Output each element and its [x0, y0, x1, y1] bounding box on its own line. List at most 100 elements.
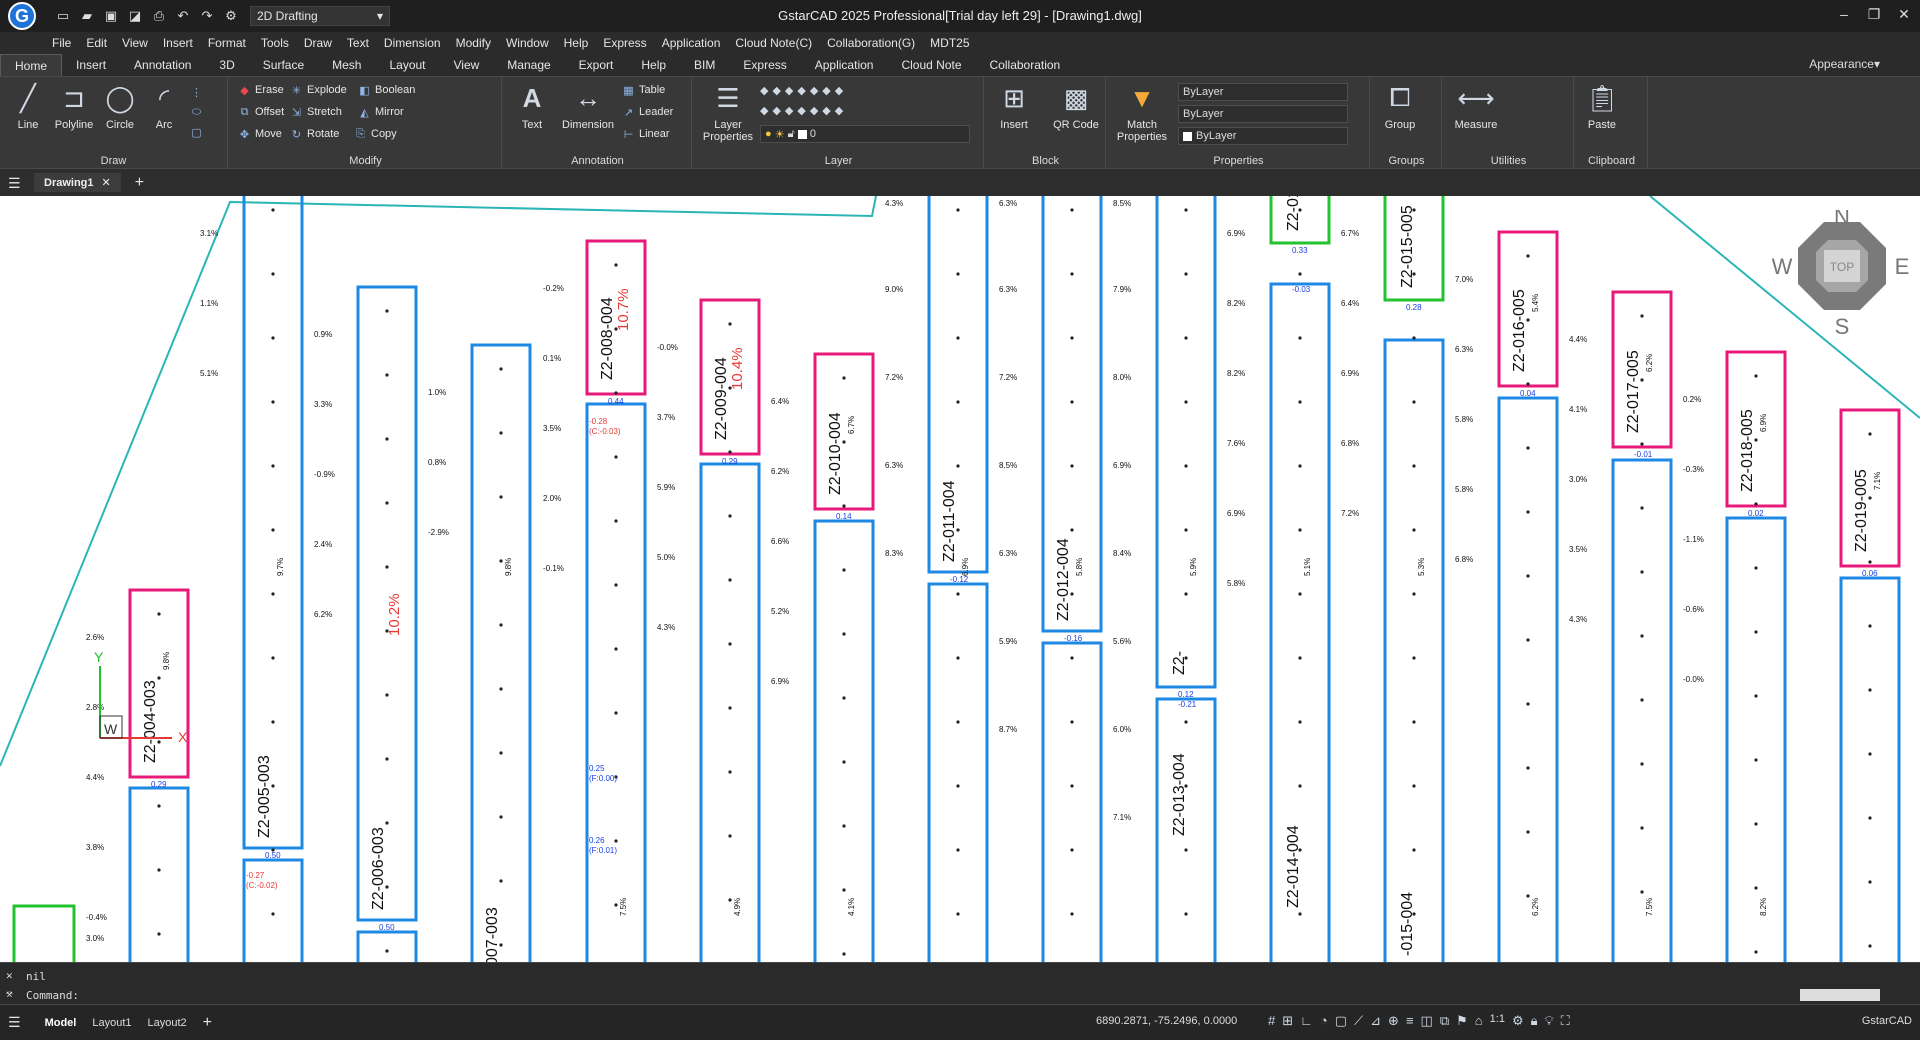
close-icon[interactable]: ✕: [1894, 4, 1914, 24]
hamburger-menu-icon[interactable]: ☰: [8, 175, 21, 192]
save-as-icon[interactable]: ◪: [126, 8, 144, 24]
undo-icon[interactable]: ↶: [174, 8, 192, 24]
annotation-visibility-icon[interactable]: ⚑: [1456, 1013, 1468, 1029]
snap-icon[interactable]: ⊞: [1282, 1013, 1293, 1029]
erase-button[interactable]: ◆ Erase: [238, 81, 283, 99]
hatch-tool[interactable]: ⋮: [190, 83, 203, 101]
document-tab-drawing1[interactable]: Drawing1 ✕: [34, 173, 121, 192]
appearance-menu[interactable]: Appearance▾: [1809, 57, 1880, 71]
transparency-icon[interactable]: ◫: [1421, 1013, 1433, 1029]
dimension-button[interactable]: ↔ Dimension: [556, 81, 620, 132]
insert-block-button[interactable]: ⊞ Insert: [992, 81, 1036, 132]
tab-3d[interactable]: 3D: [205, 54, 248, 76]
tab-export[interactable]: Export: [565, 54, 628, 76]
print-icon[interactable]: ⎙: [150, 8, 168, 24]
dynamic-input-icon[interactable]: ⊕: [1388, 1013, 1399, 1029]
polar-icon[interactable]: ◔: [1320, 1013, 1328, 1029]
workspace-gear-icon[interactable]: ⚙: [222, 8, 240, 24]
layer-properties-button[interactable]: ☰ Layer Properties: [698, 81, 758, 144]
table-button[interactable]: ▦ Table: [622, 81, 665, 99]
add-layout-icon[interactable]: +: [203, 1014, 212, 1032]
annotation-scale-icon[interactable]: ⌂: [1475, 1013, 1483, 1029]
menu-edit[interactable]: Edit: [86, 36, 107, 50]
minimize-icon[interactable]: –: [1834, 4, 1854, 24]
linear-button[interactable]: ⊢ Linear: [622, 125, 670, 143]
offset-button[interactable]: ⧉ Offset: [238, 103, 285, 121]
viewcube[interactable]: TOP N S E W: [1772, 210, 1912, 350]
viewcube-south-label[interactable]: S: [1835, 314, 1850, 339]
redo-icon[interactable]: ↷: [198, 8, 216, 24]
grid-icon[interactable]: #: [1268, 1013, 1275, 1029]
match-properties-button[interactable]: ▼ Match Properties: [1112, 81, 1172, 144]
menu-window[interactable]: Window: [506, 36, 549, 50]
menu-tools[interactable]: Tools: [261, 36, 289, 50]
line-button[interactable]: ╱ Line: [6, 81, 50, 132]
tab-view[interactable]: View: [440, 54, 494, 76]
close-tab-icon[interactable]: ✕: [102, 176, 111, 189]
ellipse-tool[interactable]: ⬭: [190, 103, 203, 121]
osnap-icon[interactable]: ▢: [1335, 1013, 1347, 1029]
dynamic-ucs-icon[interactable]: ⊿: [1370, 1013, 1381, 1029]
viewcube-west-label[interactable]: W: [1772, 254, 1793, 279]
current-layer-dropdown[interactable]: ● ☀ 🔓︎ 0: [760, 125, 970, 143]
viewcube-east-label[interactable]: E: [1895, 254, 1910, 279]
tab-layout1[interactable]: Layout1: [84, 1014, 139, 1032]
menu-format[interactable]: Format: [208, 36, 246, 50]
tab-bim[interactable]: BIM: [680, 54, 729, 76]
menu-draw[interactable]: Draw: [304, 36, 332, 50]
ortho-icon[interactable]: ∟: [1300, 1013, 1313, 1029]
save-icon[interactable]: ▣: [102, 8, 120, 24]
wrench-icon[interactable]: ⚒: [6, 987, 13, 1000]
close-command-icon[interactable]: ✕: [6, 969, 13, 982]
stretch-button[interactable]: ⇲ Stretch: [290, 103, 342, 121]
tab-layout[interactable]: Layout: [375, 54, 439, 76]
menu-text[interactable]: Text: [347, 36, 369, 50]
new-tab-icon[interactable]: +: [135, 174, 144, 192]
menu-insert[interactable]: Insert: [163, 36, 193, 50]
arc-button[interactable]: ◜ Arc: [142, 81, 186, 132]
group-button[interactable]: ⧠ Group: [1378, 81, 1422, 131]
text-button[interactable]: A Text: [510, 81, 554, 132]
app-logo-button[interactable]: G: [8, 2, 36, 30]
menu-file[interactable]: File: [52, 36, 71, 50]
move-button[interactable]: ✥ Move: [238, 125, 282, 143]
menu-cloud-note[interactable]: Cloud Note(C): [735, 36, 812, 50]
explode-button[interactable]: ✳ Explode: [290, 81, 347, 99]
color-dropdown[interactable]: ByLayer: [1178, 83, 1348, 101]
workspace-switch-icon[interactable]: ⚙: [1512, 1013, 1524, 1029]
rectangle-tool[interactable]: ▢: [190, 123, 203, 141]
isolate-icon[interactable]: 💡︎: [1545, 1013, 1554, 1029]
open-folder-icon[interactable]: ▰: [78, 8, 96, 24]
menu-dimension[interactable]: Dimension: [384, 36, 441, 50]
boolean-button[interactable]: ◧ Boolean: [358, 81, 415, 99]
qr-code-button[interactable]: ▩ QR Code: [1052, 81, 1100, 132]
restore-icon[interactable]: ❐: [1864, 4, 1884, 24]
paste-button[interactable]: 📋︎ Paste: [1580, 81, 1624, 132]
menu-application[interactable]: Application: [662, 36, 721, 50]
lineweight-dropdown[interactable]: ByLayer: [1178, 127, 1348, 145]
linetype-dropdown[interactable]: ByLayer: [1178, 105, 1348, 123]
menu-view[interactable]: View: [122, 36, 148, 50]
mirror-button[interactable]: ◭ Mirror: [358, 103, 403, 121]
command-line[interactable]: ✕ ⚒ nil Command:: [0, 962, 1920, 1004]
tab-cloud-note[interactable]: Cloud Note: [887, 54, 975, 76]
tab-model[interactable]: Model: [37, 1014, 85, 1032]
menu-help[interactable]: Help: [564, 36, 589, 50]
tab-annotation[interactable]: Annotation: [120, 54, 205, 76]
new-file-icon[interactable]: ▭: [54, 8, 72, 24]
viewcube-north-label[interactable]: N: [1834, 210, 1850, 229]
tab-collaboration[interactable]: Collaboration: [976, 54, 1075, 76]
lock-ui-icon[interactable]: 🔒︎: [1531, 1013, 1538, 1029]
drawing-canvas[interactable]: Z2-004-003 9.8% 0.29 2.6% 2.8% 4.4% 3.8% -0.4% 3…: [0, 196, 1920, 962]
workspace-dropdown[interactable]: 2D Drafting ▾: [250, 6, 390, 26]
tab-surface[interactable]: Surface: [249, 54, 318, 76]
otrack-icon[interactable]: ⟋: [1354, 1013, 1363, 1029]
copy-button[interactable]: ⎘ Copy: [354, 125, 397, 143]
layout-menu-icon[interactable]: ☰: [8, 1014, 21, 1031]
tab-manage[interactable]: Manage: [493, 54, 564, 76]
tab-help[interactable]: Help: [627, 54, 680, 76]
tab-layout2[interactable]: Layout2: [140, 1014, 195, 1032]
tab-express[interactable]: Express: [729, 54, 800, 76]
scale-value[interactable]: 1:1: [1490, 1013, 1505, 1029]
circle-button[interactable]: ◯ Circle: [98, 81, 142, 132]
